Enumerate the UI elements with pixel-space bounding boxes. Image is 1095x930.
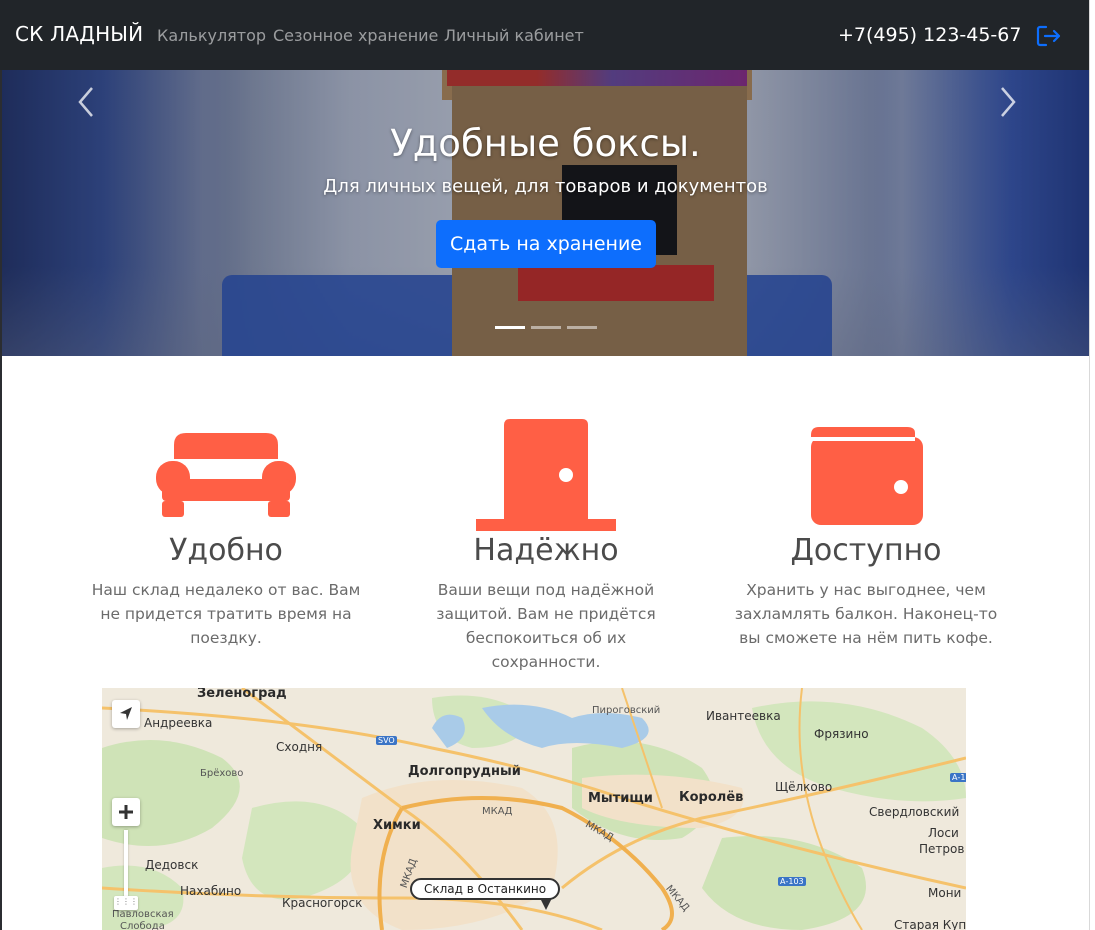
carousel-indicator-3[interactable] <box>567 326 597 329</box>
navbar: СК ЛАДНЫЙ Калькулятор Сезонное хранение … <box>0 0 1089 70</box>
sofa-icon <box>156 433 296 517</box>
map-label-korolev: Королёв <box>679 790 744 805</box>
map-label-svo: SVO <box>376 736 397 745</box>
map-label-petrovsk: Петров <box>919 842 965 856</box>
nav-link-seasonal-storage[interactable]: Сезонное хранение <box>273 26 438 45</box>
phone-number[interactable]: +7(495) 123-45-67 <box>838 24 1021 46</box>
carousel-indicator-2[interactable] <box>531 326 561 329</box>
map-label-sloboda: Слобода <box>120 921 165 930</box>
store-button[interactable]: Сдать на хранение <box>436 220 656 268</box>
brand-logo[interactable]: СК ЛАДНЫЙ <box>15 22 143 46</box>
carousel-prev-icon[interactable] <box>72 84 102 120</box>
map-label-nakhabino: Нахабино <box>180 884 242 898</box>
hero-overlay <box>2 70 1089 356</box>
map-marker-pointer <box>540 898 552 910</box>
nav-link-account[interactable]: Личный кабинет <box>444 26 584 45</box>
map-zoom-handle[interactable]: ⋮⋮⋮ <box>114 896 138 910</box>
hero-title: Удобные боксы. <box>390 122 701 165</box>
map-label-andreevka: Андреевка <box>144 716 213 730</box>
map-geolocation-button[interactable] <box>112 700 140 728</box>
nav-link-calculator[interactable]: Калькулятор <box>157 26 266 45</box>
map-label-staraya-kupavna: Старая Куп <box>894 918 966 930</box>
feature-title-reliable: Надёжно <box>473 533 619 568</box>
map-label-mytishchi: Мытищи <box>588 791 653 806</box>
map-label-zelenograd: Зеленоград <box>197 688 287 701</box>
feature-text-convenient: Наш склад недалеко от вас. Вам не придет… <box>91 581 361 647</box>
scrollbar[interactable] <box>1089 0 1095 930</box>
feature-title-convenient: Удобно <box>169 533 283 568</box>
hero-carousel: Удобные боксы. Для личных вещей, для тов… <box>2 70 1089 356</box>
map-label-dedovsk: Дедовск <box>145 858 199 872</box>
location-map[interactable]: Зеленоград Андреевка Сходня SVO Брёхово … <box>102 688 966 930</box>
navigation-arrow-icon <box>120 707 132 720</box>
map-label-fryazino: Фрязино <box>814 727 869 741</box>
carousel-indicators <box>495 326 605 332</box>
carousel-indicator-1[interactable] <box>495 326 525 329</box>
map-label-skhodnya: Сходня <box>276 740 323 754</box>
map-label-pirogovsky: Пироговский <box>592 705 661 716</box>
map-label-shchelkovo: Щёлково <box>775 780 833 794</box>
feature-text-reliable: Ваши вещи под надёжной защитой. Вам не п… <box>436 581 656 671</box>
feature-text-affordable: Хранить у нас выгоднее, чем захламлять б… <box>734 581 998 647</box>
carousel-next-icon[interactable] <box>992 84 1022 120</box>
map-label-krasnogorsk: Красногорск <box>282 896 363 910</box>
map-label-khimki: Химки <box>373 818 421 833</box>
map-zoom-in-button[interactable] <box>112 798 140 826</box>
map-label-sverdlovsky: Свердловский <box>869 805 960 819</box>
map-label-a1: А-1 <box>950 773 966 782</box>
map-label-mkad-1: МКАД <box>482 806 513 817</box>
map-label-monino: Мони <box>928 886 962 900</box>
map-label-a103: А-103 <box>778 877 806 886</box>
map-label-dolgoprudny: Долгопрудный <box>408 764 521 779</box>
logout-icon[interactable] <box>1036 24 1062 48</box>
map-marker-balloon[interactable]: Склад в Останкино <box>410 878 561 900</box>
plus-icon <box>119 805 133 819</box>
map-label-brekhovo: Брёхово <box>200 768 244 779</box>
hero-subtitle: Для личных вещей, для товаров и документ… <box>323 176 768 197</box>
wallet-icon <box>811 427 923 525</box>
door-icon <box>476 419 616 531</box>
feature-title-affordable: Доступно <box>790 533 942 568</box>
map-label-pavlovskaya: Павловская <box>112 909 174 920</box>
map-label-losino: Лоси <box>928 826 959 840</box>
map-label-ivanteevka: Ивантеевка <box>706 709 781 723</box>
